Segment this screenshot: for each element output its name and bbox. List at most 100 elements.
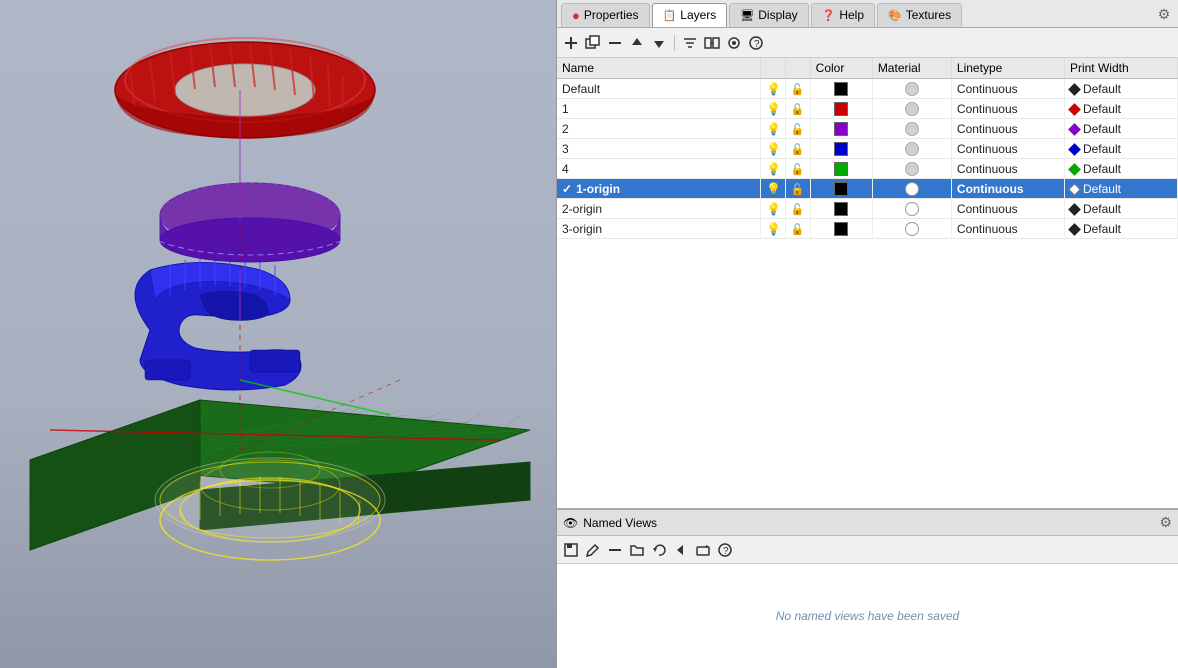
- layer-linetype-cell[interactable]: Continuous: [951, 139, 1064, 159]
- merge-button[interactable]: [702, 33, 722, 53]
- layer-properties-button[interactable]: [724, 33, 744, 53]
- layer-lock-cell[interactable]: 🔓: [785, 199, 810, 219]
- lock-icon[interactable]: 🔓: [791, 204, 805, 216]
- nv-open-button[interactable]: [627, 540, 647, 560]
- new-layer-button[interactable]: [561, 33, 581, 53]
- table-row[interactable]: 3-origin💡🔓ContinuousDefault: [557, 219, 1178, 239]
- color-swatch[interactable]: [834, 142, 848, 156]
- layer-linetype-cell[interactable]: Continuous: [951, 79, 1064, 99]
- table-row[interactable]: ✓1-origin💡🔓ContinuousDefault: [557, 179, 1178, 199]
- bulb-icon[interactable]: 💡: [766, 222, 781, 236]
- bulb-icon[interactable]: 💡: [766, 142, 781, 156]
- layer-material-cell[interactable]: [872, 79, 951, 99]
- named-views-settings-icon[interactable]: ⚙: [1159, 514, 1172, 531]
- color-swatch[interactable]: [834, 122, 848, 136]
- tab-layers[interactable]: 📋 Layers: [652, 3, 728, 27]
- table-row[interactable]: 1💡🔓ContinuousDefault: [557, 99, 1178, 119]
- color-swatch[interactable]: [834, 82, 848, 96]
- nv-back-button[interactable]: [671, 540, 691, 560]
- layer-on-cell[interactable]: 💡: [760, 119, 785, 139]
- layer-color-cell[interactable]: [810, 159, 872, 179]
- layer-lock-cell[interactable]: 🔓: [785, 79, 810, 99]
- layer-lock-cell[interactable]: 🔓: [785, 139, 810, 159]
- layer-on-cell[interactable]: 💡: [760, 139, 785, 159]
- nv-save-button[interactable]: [561, 540, 581, 560]
- filter-button[interactable]: [680, 33, 700, 53]
- layer-on-cell[interactable]: 💡: [760, 99, 785, 119]
- bulb-icon[interactable]: 💡: [766, 82, 781, 96]
- layer-printwidth-cell[interactable]: Default: [1064, 139, 1177, 159]
- color-swatch[interactable]: [834, 162, 848, 176]
- lock-icon[interactable]: 🔓: [791, 104, 805, 116]
- layer-material-cell[interactable]: [872, 139, 951, 159]
- lock-icon[interactable]: 🔓: [791, 224, 805, 236]
- tab-properties[interactable]: ● Properties: [561, 3, 650, 27]
- help-button[interactable]: ?: [746, 33, 766, 53]
- settings-gear-icon[interactable]: ⚙: [1154, 5, 1174, 25]
- layer-material-cell[interactable]: [872, 179, 951, 199]
- layer-printwidth-cell[interactable]: Default: [1064, 119, 1177, 139]
- color-swatch[interactable]: [834, 102, 848, 116]
- layer-lock-cell[interactable]: 🔓: [785, 99, 810, 119]
- layer-color-cell[interactable]: [810, 79, 872, 99]
- material-circle[interactable]: [905, 202, 919, 216]
- layer-color-cell[interactable]: [810, 199, 872, 219]
- layer-printwidth-cell[interactable]: Default: [1064, 159, 1177, 179]
- table-row[interactable]: Default💡🔓ContinuousDefault: [557, 79, 1178, 99]
- table-row[interactable]: 2-origin💡🔓ContinuousDefault: [557, 199, 1178, 219]
- material-circle[interactable]: [905, 82, 919, 96]
- layer-linetype-cell[interactable]: Continuous: [951, 199, 1064, 219]
- layer-material-cell[interactable]: [872, 159, 951, 179]
- lock-icon[interactable]: 🔓: [791, 84, 805, 96]
- material-circle[interactable]: [905, 102, 919, 116]
- color-swatch[interactable]: [834, 222, 848, 236]
- layer-color-cell[interactable]: [810, 179, 872, 199]
- layer-on-cell[interactable]: 💡: [760, 159, 785, 179]
- layer-printwidth-cell[interactable]: Default: [1064, 179, 1177, 199]
- layer-color-cell[interactable]: [810, 99, 872, 119]
- duplicate-layer-button[interactable]: [583, 33, 603, 53]
- layer-material-cell[interactable]: [872, 99, 951, 119]
- bulb-icon[interactable]: 💡: [766, 182, 781, 196]
- layer-linetype-cell[interactable]: Continuous: [951, 219, 1064, 239]
- layer-material-cell[interactable]: [872, 119, 951, 139]
- nv-restore-button[interactable]: [649, 540, 669, 560]
- lock-icon[interactable]: 🔓: [791, 124, 805, 136]
- lock-icon[interactable]: 🔓: [791, 184, 805, 196]
- layer-printwidth-cell[interactable]: Default: [1064, 99, 1177, 119]
- material-circle[interactable]: [905, 222, 919, 236]
- tab-help[interactable]: ❓ Help: [811, 3, 875, 27]
- nv-edit-button[interactable]: [583, 540, 603, 560]
- layer-printwidth-cell[interactable]: Default: [1064, 199, 1177, 219]
- layer-color-cell[interactable]: [810, 139, 872, 159]
- color-swatch[interactable]: [834, 182, 848, 196]
- nv-delete-button[interactable]: [605, 540, 625, 560]
- layer-linetype-cell[interactable]: Continuous: [951, 159, 1064, 179]
- tab-textures[interactable]: 🎨 Textures: [877, 3, 962, 27]
- nv-help-button[interactable]: ?: [715, 540, 735, 560]
- bulb-icon[interactable]: 💡: [766, 202, 781, 216]
- move-down-button[interactable]: [649, 33, 669, 53]
- material-circle[interactable]: [905, 122, 919, 136]
- table-row[interactable]: 4💡🔓ContinuousDefault: [557, 159, 1178, 179]
- delete-layer-button[interactable]: [605, 33, 625, 53]
- layer-on-cell[interactable]: 💡: [760, 219, 785, 239]
- layer-on-cell[interactable]: 💡: [760, 79, 785, 99]
- layer-on-cell[interactable]: 💡: [760, 199, 785, 219]
- lock-icon[interactable]: 🔓: [791, 144, 805, 156]
- layer-printwidth-cell[interactable]: Default: [1064, 219, 1177, 239]
- nv-cam-button[interactable]: [693, 540, 713, 560]
- bulb-icon[interactable]: 💡: [766, 122, 781, 136]
- viewport-3d[interactable]: [0, 0, 556, 668]
- layer-material-cell[interactable]: [872, 199, 951, 219]
- layer-on-cell[interactable]: 💡: [760, 179, 785, 199]
- table-row[interactable]: 3💡🔓ContinuousDefault: [557, 139, 1178, 159]
- lock-icon[interactable]: 🔓: [791, 164, 805, 176]
- material-circle[interactable]: [905, 182, 919, 196]
- move-up-button[interactable]: [627, 33, 647, 53]
- layer-material-cell[interactable]: [872, 219, 951, 239]
- tab-display[interactable]: 🖥 Display: [729, 3, 808, 27]
- table-row[interactable]: 2💡🔓ContinuousDefault: [557, 119, 1178, 139]
- layer-linetype-cell[interactable]: Continuous: [951, 179, 1064, 199]
- bulb-icon[interactable]: 💡: [766, 102, 781, 116]
